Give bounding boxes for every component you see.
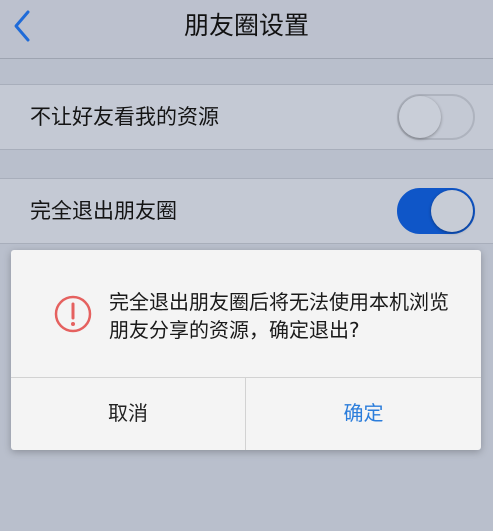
confirm-button[interactable]: 确定 bbox=[246, 378, 481, 450]
hide-from-friends-toggle[interactable] bbox=[397, 94, 475, 140]
toggle-knob bbox=[399, 96, 441, 138]
dialog-actions: 取消 确定 bbox=[11, 377, 481, 450]
toggle-knob bbox=[431, 190, 473, 232]
navigation-bar: 朋友圈设置 bbox=[0, 0, 493, 59]
setting-row-quit-moments: 完全退出朋友圈 bbox=[0, 178, 493, 244]
dialog-message: 完全退出朋友圈后将无法使用本机浏览朋友分享的资源，确定退出? bbox=[109, 290, 449, 342]
confirm-dialog: 完全退出朋友圈后将无法使用本机浏览朋友分享的资源，确定退出? 取消 确定 bbox=[11, 250, 481, 450]
alert-circle-icon bbox=[54, 295, 92, 333]
quit-moments-toggle[interactable] bbox=[397, 188, 475, 234]
page-title: 朋友圈设置 bbox=[183, 11, 309, 40]
cancel-button[interactable]: 取消 bbox=[11, 378, 246, 450]
setting-row-hide-from-friends: 不让好友看我的资源 bbox=[0, 84, 493, 150]
setting-label: 不让好友看我的资源 bbox=[30, 105, 219, 129]
setting-label: 完全退出朋友圈 bbox=[30, 199, 177, 223]
